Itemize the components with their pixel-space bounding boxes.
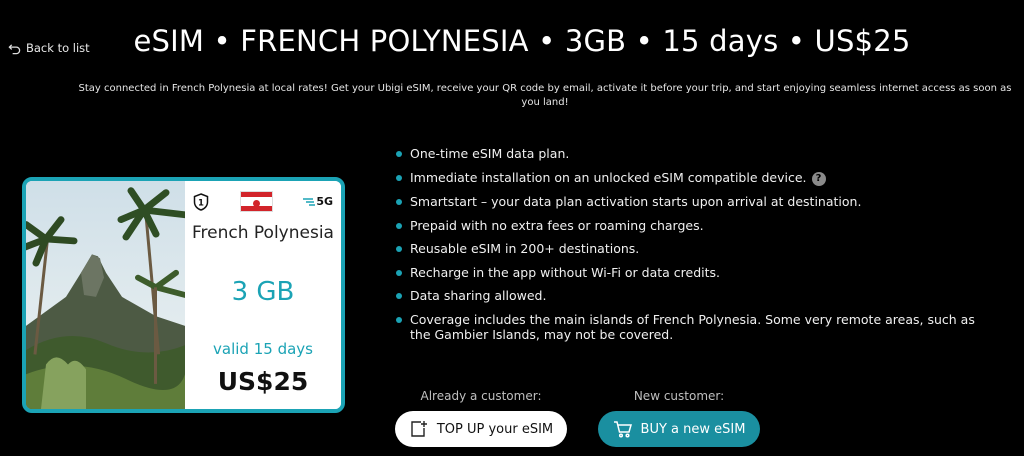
top-up-esim-button[interactable]: TOP UP your eSIM (395, 411, 567, 447)
new-customer-label: New customer: (633, 389, 725, 403)
esim-plan-card: 1 5G French Polynesia 3 GB valid 15 days… (22, 177, 345, 413)
plan-data-amount: 3 GB (231, 277, 295, 307)
buy-label: BUY a new eSIM (640, 421, 746, 437)
feature-item: Prepaid with no extra fees or roaming ch… (393, 218, 993, 233)
plan-details: 1 5G French Polynesia 3 GB valid 15 days… (185, 181, 341, 409)
shopping-cart-icon (613, 421, 632, 438)
page-title: eSIM • FRENCH POLYNESIA • 3GB • 15 days … (133, 24, 911, 58)
french-polynesia-flag-icon (239, 191, 273, 212)
feature-item: Reusable eSIM in 200+ destinations. (393, 241, 993, 256)
feature-item: Smartstart – your data plan activation s… (393, 194, 993, 209)
feature-item: Immediate installation on an unlocked eS… (393, 170, 993, 186)
top-up-label: TOP UP your eSIM (436, 421, 554, 437)
shield-icon: 1 (193, 192, 209, 211)
plan-features-list: One-time eSIM data plan. Immediate insta… (393, 146, 993, 350)
plan-price: US$25 (217, 367, 309, 396)
plan-validity: valid 15 days (213, 340, 313, 358)
feature-item: One-time eSIM data plan. (393, 146, 993, 161)
signal-speed-icon (303, 197, 316, 206)
top-up-icon (411, 421, 427, 437)
feature-item: Data sharing allowed. (393, 288, 993, 303)
feature-item: Recharge in the app without Wi-Fi or dat… (393, 265, 993, 280)
network-label: 5G (316, 195, 333, 208)
network-badge: 5G (303, 195, 333, 208)
existing-customer-label: Already a customer: (420, 389, 542, 403)
feature-item: Coverage includes the main islands of Fr… (393, 312, 993, 342)
buy-new-esim-button[interactable]: BUY a new eSIM (598, 411, 760, 447)
page-description: Stay connected in French Polynesia at lo… (78, 83, 1012, 108)
destination-photo (26, 181, 185, 409)
shield-number: 1 (198, 198, 204, 208)
help-icon[interactable]: ? (811, 171, 826, 186)
plan-country: French Polynesia (192, 223, 334, 243)
